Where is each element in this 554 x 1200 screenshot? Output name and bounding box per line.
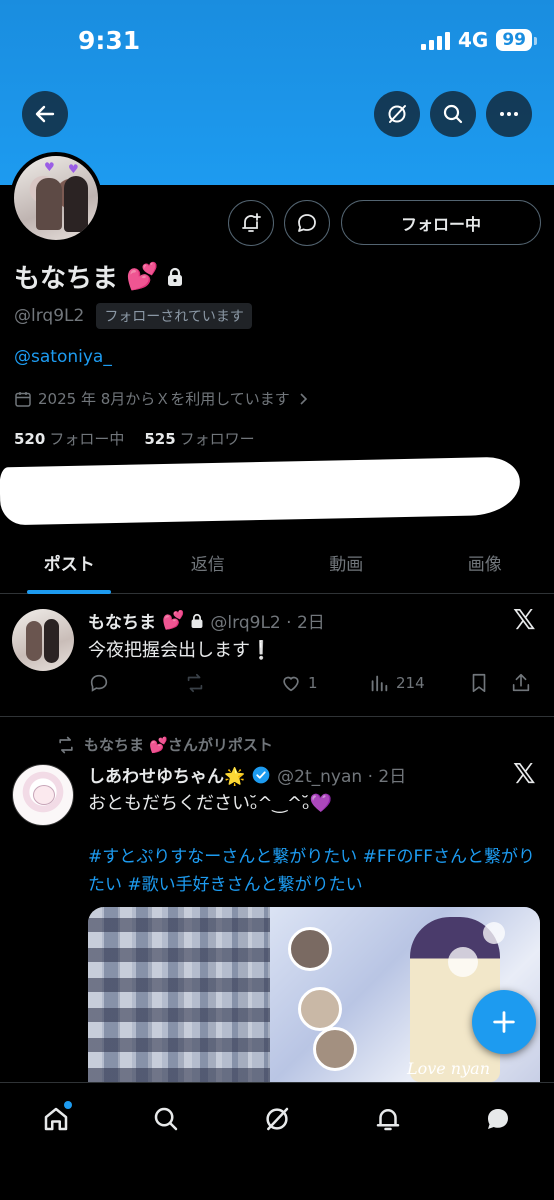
joined-text: 2025 年 8月からＸを利用しています xyxy=(38,390,290,408)
more-button[interactable] xyxy=(486,91,532,137)
followers-link[interactable]: 525 フォロワー xyxy=(144,428,254,449)
x-logo-icon[interactable]: 𝕏 xyxy=(513,757,536,790)
repost-button[interactable] xyxy=(184,672,280,694)
lock-icon xyxy=(191,613,203,628)
view-count: 214 xyxy=(396,674,425,692)
heart-emoji: 💕 xyxy=(126,261,159,292)
views-button[interactable]: 214 xyxy=(368,672,468,694)
post-text: おともだちくださいₒ̆^‿^ₒ̆💜 xyxy=(88,793,332,814)
like-count: 1 xyxy=(308,674,318,692)
share-button[interactable] xyxy=(510,672,532,694)
nav-home[interactable] xyxy=(38,1101,74,1137)
repost-label: もなちま 💕さんがリポスト xyxy=(84,736,273,754)
post-handle-time: @lrq9L2 · 2日 xyxy=(210,613,325,633)
grok-button[interactable] xyxy=(374,91,420,137)
grok-icon xyxy=(266,1107,289,1131)
bell-plus-icon xyxy=(242,213,261,232)
display-name: もなちま 💕 xyxy=(14,258,184,295)
repost-icon xyxy=(59,736,73,753)
post-author-name[interactable]: もなちま xyxy=(88,608,156,633)
post-media-image[interactable]: Love nyan xyxy=(88,907,540,1082)
nav-messages[interactable] xyxy=(480,1101,516,1137)
search-icon xyxy=(154,1107,178,1131)
status-indicators: 4G 99 xyxy=(420,28,537,52)
search-button[interactable] xyxy=(430,91,476,137)
nav-grok[interactable] xyxy=(259,1101,295,1137)
post-header: もなちま 💕 @lrq9L2 · 2日 xyxy=(88,608,325,633)
share-icon xyxy=(512,673,530,692)
following-link[interactable]: 520 フォロー中 xyxy=(14,428,124,449)
tab-videos[interactable]: 動画 xyxy=(277,538,416,593)
tab-replies[interactable]: 返信 xyxy=(139,538,278,593)
network-label: 4G xyxy=(457,28,489,52)
post-text: 今夜把握会出します❕ xyxy=(88,640,273,661)
like-button[interactable]: 1 xyxy=(280,672,368,694)
verified-badge-icon xyxy=(252,766,270,783)
redaction-overlay xyxy=(0,456,521,526)
notification-dot xyxy=(64,1101,72,1109)
post-header: しあわせゆちゃん🌟 @2t_nyan · 2日 xyxy=(88,762,406,787)
follow-counts: 520 フォロー中 525 フォロワー xyxy=(14,428,255,449)
reply-icon xyxy=(90,674,108,692)
joined-date-row[interactable]: 2025 年 8月からＸを利用しています xyxy=(14,388,310,409)
chevron-right-icon xyxy=(300,392,307,405)
lock-icon xyxy=(168,267,183,286)
profile-avatar[interactable]: ♥ ♥ xyxy=(10,152,102,244)
plus-icon xyxy=(493,1011,515,1033)
message-button[interactable] xyxy=(284,200,330,246)
tab-images[interactable]: 画像 xyxy=(416,538,554,593)
status-time: 9:31 xyxy=(78,26,141,55)
following-button[interactable]: フォロー中 xyxy=(341,200,541,245)
post-avatar[interactable] xyxy=(12,764,74,826)
bell-icon xyxy=(376,1109,400,1131)
post-divider xyxy=(0,716,554,717)
repost-indicator[interactable]: もなちま 💕さんがリポスト xyxy=(56,734,273,755)
reply-button[interactable] xyxy=(88,672,184,694)
follows-you-badge: フォローされています xyxy=(96,303,252,329)
notify-button[interactable] xyxy=(228,200,274,246)
heart-icon xyxy=(283,676,299,692)
chat-bubble-icon xyxy=(298,214,316,232)
signal-icon xyxy=(420,30,450,50)
display-name-text: もなちま xyxy=(14,264,119,294)
bio-mention-link[interactable]: @satoniya_ xyxy=(14,347,112,367)
chat-bubble-icon xyxy=(488,1109,508,1129)
battery-icon: 99 xyxy=(496,29,537,51)
nav-notifications[interactable] xyxy=(370,1101,406,1137)
compose-post-button[interactable] xyxy=(472,990,536,1054)
post-avatar[interactable] xyxy=(12,609,74,671)
post-handle-time: @2t_nyan · 2日 xyxy=(277,767,407,787)
back-button[interactable] xyxy=(22,91,68,137)
tab-posts[interactable]: ポスト xyxy=(0,538,139,594)
x-logo-icon[interactable]: 𝕏 xyxy=(513,603,536,636)
post-author-name[interactable]: しあわせゆちゃん🌟 xyxy=(88,762,245,787)
arrow-left-icon xyxy=(35,105,55,123)
post-actions: 1 214 xyxy=(88,672,542,694)
media-caption: Love nyan xyxy=(406,1059,490,1078)
more-icon xyxy=(500,112,518,116)
repost-icon xyxy=(187,673,203,693)
handle-row: @lrq9L2 フォローされています xyxy=(14,303,252,329)
bottom-navigation xyxy=(0,1082,554,1200)
calendar-icon xyxy=(15,391,31,407)
profile-tabs: ポスト 返信 動画 画像 xyxy=(0,538,554,594)
handle: @lrq9L2 xyxy=(14,306,85,326)
bookmark-button[interactable] xyxy=(468,672,510,694)
search-icon xyxy=(443,104,463,124)
post-hashtags[interactable]: #すとぷりすなーさんと繋がりたい #FFのFFさんと繋がりたい #歌い手好きさん… xyxy=(88,843,540,899)
bar-chart-icon xyxy=(371,675,388,692)
nav-search[interactable] xyxy=(148,1101,184,1137)
grok-icon xyxy=(388,105,406,123)
heart-emoji: 💕 xyxy=(162,610,185,631)
bookmark-icon xyxy=(472,673,486,693)
